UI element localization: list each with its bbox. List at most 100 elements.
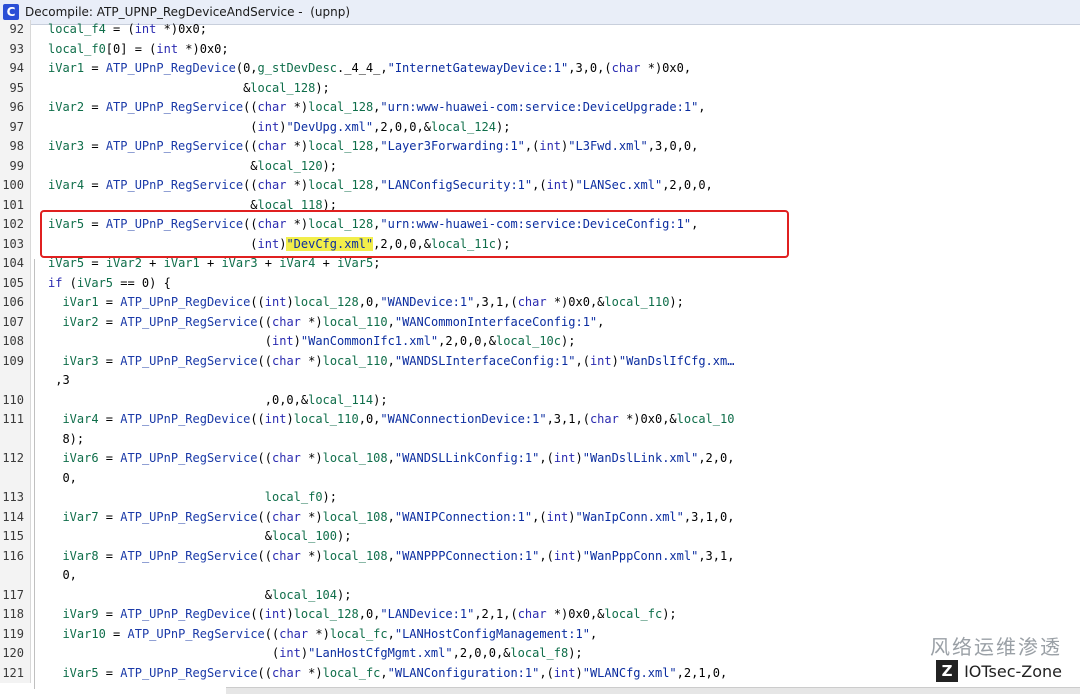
code-line[interactable]: 107 iVar2 = ATP_UPnP_RegService((char *)…	[0, 312, 1080, 333]
code-line[interactable]: 98 iVar3 = ATP_UPnP_RegService((char *)lo…	[0, 137, 1080, 157]
code-text[interactable]: iVar9 = ATP_UPnP_RegDevice((int)local_12…	[48, 605, 676, 625]
code-line[interactable]: 116 iVar8 = ATP_UPnP_RegService((char *)…	[0, 546, 1080, 567]
line-number-gutter: 98	[0, 137, 31, 157]
code-text[interactable]: local_f0[0] = (int *)0x0;	[48, 40, 229, 60]
line-number: 96	[9, 100, 24, 114]
code-line[interactable]: 92 local_f4 = (int *)0x0;	[0, 20, 1080, 40]
code-text[interactable]: if (iVar5 == 0) {	[48, 274, 171, 294]
code-text[interactable]: &local_120);	[48, 157, 337, 177]
code-line[interactable]: 93 local_f0[0] = (int *)0x0;	[0, 39, 1080, 60]
line-number: 112	[2, 451, 24, 465]
code-text[interactable]: (int)"DevUpg.xml",2,0,0,&local_124);	[48, 118, 510, 138]
code-line[interactable]: 117 &local_104);	[0, 585, 1080, 606]
code-text[interactable]: iVar6 = ATP_UPnP_RegService((char *)loca…	[48, 449, 734, 469]
line-number-gutter: 121	[0, 663, 31, 683]
line-number-gutter: 106	[0, 293, 31, 313]
line-number-gutter: 93	[0, 39, 31, 59]
line-number: 108	[2, 334, 24, 348]
code-text[interactable]: 8);	[48, 430, 84, 450]
code-text[interactable]: iVar1 = ATP_UPnP_RegDevice(0,g_stDevDesc…	[48, 59, 691, 79]
code-line[interactable]: 0,	[0, 468, 1080, 489]
code-text[interactable]: iVar5 = ATP_UPnP_RegService((char *)loca…	[48, 664, 727, 684]
line-number-gutter: 118	[0, 605, 31, 625]
code-text[interactable]: iVar2 = ATP_UPnP_RegService((char *)loca…	[48, 98, 706, 118]
code-text[interactable]: iVar4 = ATP_UPnP_RegService((char *)loca…	[48, 176, 713, 196]
code-text[interactable]: local_f4 = (int *)0x0;	[48, 20, 207, 40]
line-number-gutter: 108	[0, 332, 31, 352]
code-line[interactable]: 96 iVar2 = ATP_UPnP_RegService((char *)lo…	[0, 98, 1080, 118]
line-number-gutter: 110	[0, 390, 31, 410]
horizontal-scrollbar[interactable]	[226, 687, 1080, 694]
code-text[interactable]: 0,	[48, 469, 76, 489]
line-number: 94	[9, 61, 24, 75]
decompiler-icon: C	[3, 4, 19, 20]
code-line[interactable]: 8);	[0, 429, 1080, 450]
code-text[interactable]: iVar4 = ATP_UPnP_RegDevice((int)local_11…	[48, 410, 734, 430]
code-line[interactable]: 121 iVar5 = ATP_UPnP_RegService((char *)…	[0, 663, 1080, 684]
code-text[interactable]: ,3	[48, 371, 69, 391]
watermark-brand: IOTsec-Zone	[964, 661, 1062, 681]
code-text[interactable]: local_f0);	[48, 488, 337, 508]
code-line[interactable]: 106 iVar1 = ATP_UPnP_RegDevice((int)loca…	[0, 293, 1080, 313]
line-number: 100	[2, 178, 24, 192]
code-line[interactable]: 118 iVar9 = ATP_UPnP_RegDevice((int)loca…	[0, 605, 1080, 625]
code-text[interactable]: ,0,0,&local_114);	[48, 391, 388, 411]
code-text[interactable]: &local_104);	[48, 586, 352, 606]
line-number: 116	[2, 548, 24, 563]
code-text[interactable]: &local_100);	[48, 527, 352, 547]
code-text[interactable]: iVar3 = ATP_UPnP_RegService((char *)loca…	[48, 137, 698, 157]
code-line[interactable]: 0,	[0, 566, 1080, 586]
code-line[interactable]: 95 &local_128);	[0, 78, 1080, 99]
line-number-gutter: 111	[0, 410, 31, 430]
line-number: 105	[2, 275, 24, 290]
code-text[interactable]: &local_128);	[48, 79, 330, 99]
line-number: 111	[2, 412, 24, 426]
line-number: 121	[2, 665, 24, 680]
line-number-gutter: 92	[0, 20, 31, 40]
line-number: 109	[2, 353, 24, 368]
line-number-gutter: 105	[0, 273, 31, 293]
code-line[interactable]: 99 &local_120);	[0, 156, 1080, 177]
code-text[interactable]: 0,	[48, 566, 76, 586]
line-number: 114	[2, 509, 24, 524]
code-line[interactable]: 114 iVar7 = ATP_UPnP_RegService((char *)…	[0, 507, 1080, 528]
line-number-gutter	[0, 468, 31, 488]
code-text[interactable]: iVar3 = ATP_UPnP_RegService((char *)loca…	[48, 352, 734, 372]
line-number-gutter: 97	[0, 117, 31, 137]
line-number: 98	[9, 139, 24, 153]
code-text[interactable]: (int)"LanHostCfgMgmt.xml",2,0,0,&local_f…	[48, 644, 583, 664]
window-title: Decompile: ATP_UPNP_RegDeviceAndService …	[25, 5, 351, 19]
line-number: 107	[2, 314, 24, 329]
code-line[interactable]: 115 &local_100);	[0, 527, 1080, 547]
code-line[interactable]: 113 local_f0);	[0, 488, 1080, 508]
line-number-gutter: 94	[0, 59, 31, 79]
code-line[interactable]: 97 (int)"DevUpg.xml",2,0,0,&local_124);	[0, 117, 1080, 138]
line-number: 110	[2, 392, 24, 407]
line-number: 97	[9, 119, 24, 134]
line-number: 120	[2, 646, 24, 660]
code-line[interactable]: 100 iVar4 = ATP_UPnP_RegService((char *)l…	[0, 176, 1080, 196]
watermark: 风络运维渗透 Z IOTsec-Zone	[930, 631, 1062, 682]
code-line[interactable]: 94 iVar1 = ATP_UPnP_RegDevice(0,g_stDevDe…	[0, 59, 1080, 79]
code-line[interactable]: 120 (int)"LanHostCfgMgmt.xml",2,0,0,&loc…	[0, 644, 1080, 664]
line-number-gutter: 104	[0, 254, 31, 274]
code-text[interactable]: iVar1 = ATP_UPnP_RegDevice((int)local_12…	[48, 293, 683, 313]
code-line[interactable]: 105 if (iVar5 == 0) {	[0, 273, 1080, 294]
line-number: 102	[2, 217, 24, 231]
code-line[interactable]: 112 iVar6 = ATP_UPnP_RegService((char *)…	[0, 449, 1080, 469]
code-line[interactable]: 110 ,0,0,&local_114);	[0, 390, 1080, 411]
code-text[interactable]: iVar2 = ATP_UPnP_RegService((char *)loca…	[48, 313, 604, 333]
code-line[interactable]: 119 iVar10 = ATP_UPnP_RegService((char *…	[0, 624, 1080, 645]
code-text[interactable]: iVar10 = ATP_UPnP_RegService((char *)loc…	[48, 625, 597, 645]
code-line[interactable]: ,3	[0, 371, 1080, 391]
line-number-gutter	[0, 429, 31, 449]
watermark-chinese: 风络运维渗透	[930, 635, 1062, 659]
line-number-gutter: 115	[0, 527, 31, 547]
line-number-gutter: 95	[0, 78, 31, 98]
code-line[interactable]: 111 iVar4 = ATP_UPnP_RegDevice((int)loca…	[0, 410, 1080, 430]
code-text[interactable]: (int)"WanCommonIfc1.xml",2,0,0,&local_10…	[48, 332, 576, 352]
code-text[interactable]: iVar7 = ATP_UPnP_RegService((char *)loca…	[48, 508, 734, 528]
code-text[interactable]: iVar8 = ATP_UPnP_RegService((char *)loca…	[48, 547, 734, 567]
code-line[interactable]: 109 iVar3 = ATP_UPnP_RegService((char *)…	[0, 351, 1080, 372]
code-line[interactable]: 108 (int)"WanCommonIfc1.xml",2,0,0,&loca…	[0, 332, 1080, 352]
